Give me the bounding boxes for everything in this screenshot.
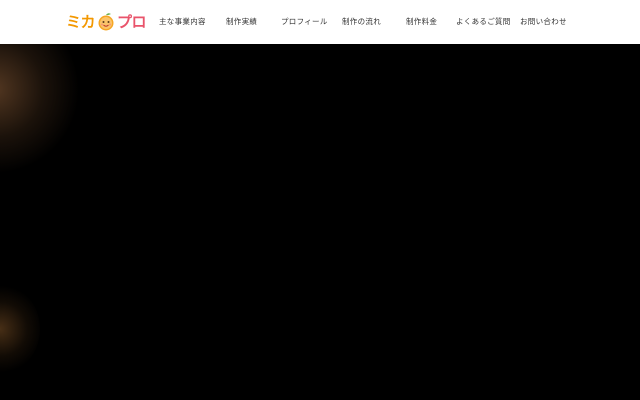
hero-light-glow-bottom — [0, 284, 40, 374]
nav-item-pricing[interactable]: 制作料金 — [406, 0, 437, 44]
nav-item-services[interactable]: 主な事業内容 — [159, 0, 206, 44]
hero-section — [0, 44, 640, 400]
nav-item-flow[interactable]: 制作の流れ — [342, 0, 381, 44]
nav-item-contact[interactable]: お問い合わせ — [520, 0, 567, 44]
nav-item-faq[interactable]: よくあるご質問 — [456, 0, 511, 44]
main-nav: 主な事業内容 制作実績 プロフィール 制作の流れ 制作料金 よくあるご質問 お問… — [0, 0, 640, 44]
site-header: ミカ プロ 主な事業内容 制作実績 プロフィール 制作の流れ 制作料金 よくある… — [0, 0, 640, 44]
nav-item-profile[interactable]: プロフィール — [281, 0, 328, 44]
nav-item-works[interactable]: 制作実績 — [226, 0, 257, 44]
hero-light-glow-top — [0, 44, 80, 174]
